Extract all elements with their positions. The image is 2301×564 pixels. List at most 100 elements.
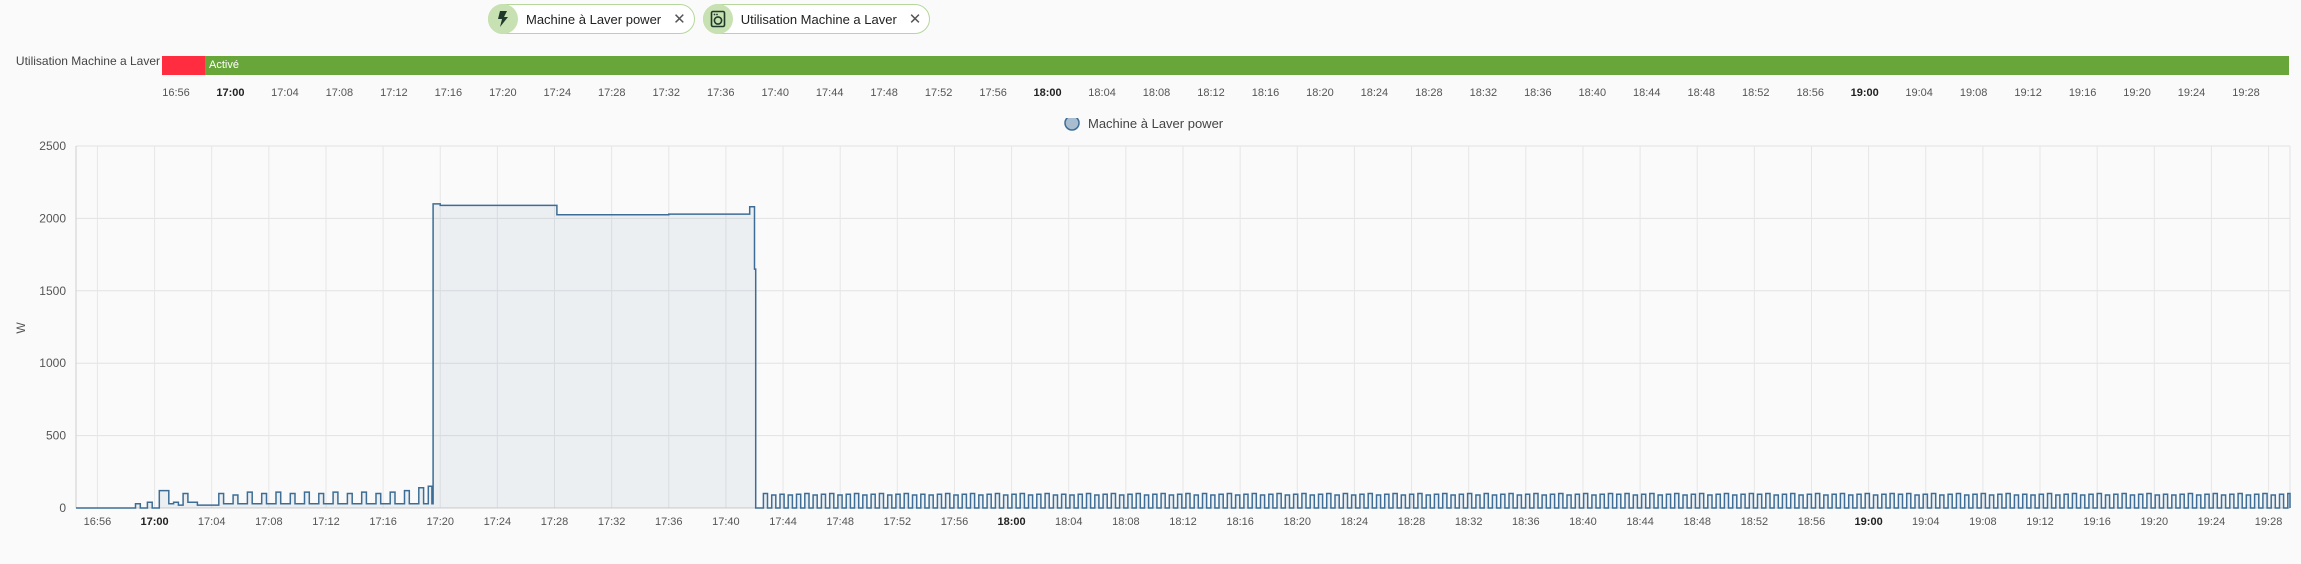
y-tick-label: 2500 bbox=[39, 139, 66, 153]
timeline-tick-label: 18:48 bbox=[1687, 87, 1715, 99]
x-tick-label: 19:00 bbox=[1855, 516, 1883, 528]
timeline-tick-label: 18:24 bbox=[1361, 87, 1389, 99]
x-tick-label: 19:04 bbox=[1912, 516, 1940, 528]
entity-chip-label: Machine à Laver power bbox=[526, 11, 662, 27]
timeline-tick-label: 17:44 bbox=[816, 87, 844, 99]
timeline-tick-label: 18:36 bbox=[1524, 87, 1552, 99]
timeline-tick-label: 19:08 bbox=[1960, 87, 1988, 99]
x-tick-label: 18:04 bbox=[1055, 516, 1083, 528]
timeline-entity-label: Utilisation Machine a Laver bbox=[15, 54, 160, 68]
timeline-tick-label: 17:56 bbox=[979, 87, 1007, 99]
timeline-tick-label: 18:04 bbox=[1088, 87, 1116, 99]
timeline-tick-label: 19:04 bbox=[1905, 87, 1933, 99]
x-tick-label: 17:20 bbox=[426, 516, 454, 528]
x-tick-label: 18:52 bbox=[1741, 516, 1769, 528]
y-tick-label: 1000 bbox=[39, 356, 66, 370]
x-tick-label: 18:32 bbox=[1455, 516, 1483, 528]
x-tick-label: 19:20 bbox=[2141, 516, 2169, 528]
timeline-tick-label: 17:40 bbox=[761, 87, 789, 99]
x-tick-label: 17:28 bbox=[541, 516, 569, 528]
x-tick-label: 17:24 bbox=[484, 516, 512, 528]
x-tick-label: 18:56 bbox=[1798, 516, 1826, 528]
x-tick-label: 18:16 bbox=[1226, 516, 1254, 528]
timeline-off-segment[interactable] bbox=[162, 56, 205, 75]
washing-machine-icon bbox=[702, 3, 733, 34]
x-tick-label: 18:28 bbox=[1398, 516, 1426, 528]
timeline-tick-label: 16:56 bbox=[162, 87, 190, 99]
x-tick-label: 18:20 bbox=[1284, 516, 1312, 528]
y-axis-label: W bbox=[14, 322, 28, 334]
entity-chips: Machine à Laver power ✕ Utilisation Mach… bbox=[488, 3, 931, 38]
timeline-tick-label: 18:20 bbox=[1306, 87, 1334, 99]
x-tick-label: 19:12 bbox=[2026, 516, 2054, 528]
close-icon[interactable]: ✕ bbox=[909, 12, 922, 27]
power-chart: Machine à Laver power 0 500 1000 1500 2000 250… bbox=[14, 118, 2291, 528]
x-tick-label: 18:08 bbox=[1112, 516, 1140, 528]
x-tick-label: 18:44 bbox=[1626, 516, 1654, 528]
legend-label: Machine à Laver power bbox=[1088, 118, 1224, 131]
timeline-active-label: Activé bbox=[209, 59, 239, 71]
x-tick-label: 19:24 bbox=[2198, 516, 2226, 528]
x-tick-label: 17:04 bbox=[198, 516, 226, 528]
timeline-tick-label: 18:56 bbox=[1796, 87, 1824, 99]
x-tick-label: 18:24 bbox=[1341, 516, 1369, 528]
timeline-tick-label: 17:20 bbox=[489, 87, 517, 99]
timeline-tick-label: 18:40 bbox=[1579, 87, 1607, 99]
timeline-tick-label: 17:00 bbox=[216, 87, 244, 99]
timeline-tick-label: 18:28 bbox=[1415, 87, 1443, 99]
x-tick-label: 18:48 bbox=[1683, 516, 1711, 528]
timeline-tick-label: 17:28 bbox=[598, 87, 626, 99]
x-tick-label: 17:48 bbox=[826, 516, 854, 528]
timeline-tick-label: 19:20 bbox=[2123, 87, 2151, 99]
x-tick-label: 19:28 bbox=[2255, 516, 2283, 528]
timeline-active-segment[interactable]: Activé bbox=[205, 56, 2289, 75]
x-tick-label: 17:00 bbox=[140, 516, 168, 528]
flash-icon bbox=[488, 3, 518, 34]
timeline-tick-label: 18:00 bbox=[1034, 87, 1062, 99]
timeline-tick-label: 19:24 bbox=[2178, 87, 2206, 99]
y-tick-label: 1500 bbox=[39, 284, 66, 298]
timeline-tick-label: 17:48 bbox=[870, 87, 898, 99]
timeline-tick-label: 18:52 bbox=[1742, 87, 1770, 99]
timeline-tick-label: 17:04 bbox=[271, 87, 299, 99]
timeline-tick-label: 17:32 bbox=[652, 87, 680, 99]
entity-chip-power[interactable]: Machine à Laver power ✕ bbox=[488, 3, 695, 34]
timeline-tick-label: 17:24 bbox=[544, 87, 572, 99]
legend-swatch bbox=[1064, 118, 1080, 131]
timeline-tick-label: 17:12 bbox=[380, 87, 408, 99]
x-tick-label: 17:08 bbox=[255, 516, 283, 528]
x-tick-label: 18:12 bbox=[1169, 516, 1197, 528]
timeline-tick-label: 19:12 bbox=[2014, 87, 2042, 99]
x-tick-label: 18:36 bbox=[1512, 516, 1540, 528]
timeline-axis: 16:56 17:00 17:04 17:08 17:12 17:16 17:20 17:24… bbox=[162, 87, 2260, 99]
timeline-tick-label: 18:08 bbox=[1143, 87, 1171, 99]
timeline-tick-label: 17:36 bbox=[707, 87, 735, 99]
x-tick-label: 17:52 bbox=[884, 516, 912, 528]
entity-chip-label: Utilisation Machine a Laver bbox=[740, 11, 897, 27]
x-tick-label: 19:16 bbox=[2083, 516, 2111, 528]
entity-chip-usage[interactable]: Utilisation Machine a Laver ✕ bbox=[702, 3, 931, 34]
timeline-tick-label: 17:16 bbox=[435, 87, 463, 99]
x-tick-label: 17:40 bbox=[712, 516, 740, 528]
x-tick-label: 17:44 bbox=[769, 516, 797, 528]
y-tick-label: 2000 bbox=[39, 211, 66, 225]
x-tick-label: 18:40 bbox=[1569, 516, 1597, 528]
timeline-tick-label: 17:08 bbox=[326, 87, 354, 99]
timeline-tick-label: 18:32 bbox=[1470, 87, 1498, 99]
close-icon[interactable]: ✕ bbox=[673, 12, 686, 27]
x-tick-label: 17:32 bbox=[598, 516, 626, 528]
timeline-tick-label: 19:28 bbox=[2232, 87, 2260, 99]
timeline-tick-label: 19:00 bbox=[1851, 87, 1879, 99]
timeline-tick-label: 18:12 bbox=[1197, 87, 1225, 99]
x-tick-label: 17:36 bbox=[655, 516, 683, 528]
timeline-tick-label: 19:16 bbox=[2069, 87, 2097, 99]
timeline-tick-label: 17:52 bbox=[925, 87, 953, 99]
x-tick-label: 17:12 bbox=[312, 516, 340, 528]
x-tick-label: 16:56 bbox=[84, 516, 112, 528]
x-tick-label: 17:16 bbox=[369, 516, 397, 528]
timeline-tick-label: 18:44 bbox=[1633, 87, 1661, 99]
x-tick-label: 17:56 bbox=[941, 516, 969, 528]
x-tick-label: 19:08 bbox=[1969, 516, 1997, 528]
chart-legend[interactable]: Machine à Laver power bbox=[1064, 118, 1224, 131]
y-tick-label: 500 bbox=[46, 429, 66, 443]
